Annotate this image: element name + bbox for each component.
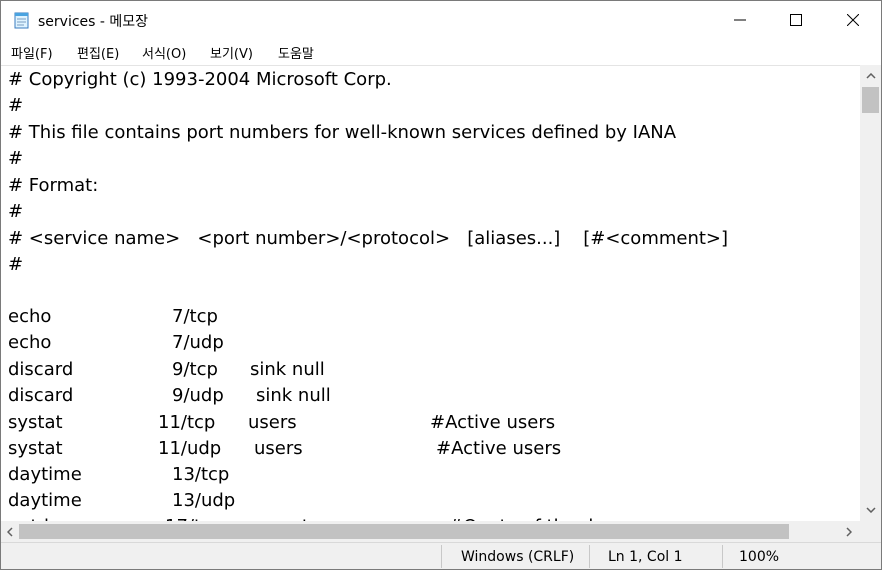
text-line: # — [8, 95, 24, 116]
menu-view[interactable]: 보기(V) — [210, 43, 253, 62]
service-port: 13/tcp — [172, 464, 230, 485]
service-name: systat — [8, 412, 63, 433]
text-editor[interactable]: # Copyright (c) 1993-2004 Microsoft Corp… — [1, 65, 860, 522]
maximize-icon — [789, 14, 802, 26]
service-port: 9/udp — [172, 385, 224, 406]
maximize-button[interactable] — [767, 1, 824, 39]
service-port: 7/tcp — [172, 306, 218, 327]
scroll-up-button[interactable] — [860, 67, 881, 85]
service-name: echo — [8, 306, 52, 327]
service-aliases: sink null — [250, 359, 325, 380]
zoom-status: 100% — [739, 549, 780, 565]
status-divider — [589, 545, 590, 568]
line-ending-status: Windows (CRLF) — [461, 549, 575, 565]
vertical-scrollbar[interactable] — [860, 65, 881, 521]
status-divider — [441, 545, 442, 568]
status-divider — [722, 545, 723, 568]
menu-format[interactable]: 서식(O) — [142, 43, 186, 62]
cursor-position-status: Ln 1, Col 1 — [608, 549, 683, 565]
text-line: # — [8, 201, 24, 222]
scrollbar-corner — [860, 521, 881, 542]
minimize-button[interactable] — [711, 1, 768, 39]
service-entry: discard 9/tcp sink null — [8, 357, 848, 383]
notepad-app-icon — [14, 12, 29, 29]
menu-bar: 파일(F) 편집(E) 서식(O) 보기(V) 도움말 — [1, 39, 881, 65]
close-icon — [846, 14, 859, 26]
text-line: # <service name> <port number>/<protocol… — [8, 228, 729, 249]
horizontal-scroll-thumb[interactable] — [19, 524, 789, 539]
service-entry: discard 9/udp sink null — [8, 383, 848, 409]
notepad-window: services - 메모장 파일(F) 편집(E) 서식(O) 보기(V) 도… — [0, 0, 882, 570]
service-aliases: users — [248, 412, 297, 433]
text-line: # — [8, 254, 24, 275]
text-line: # This file contains port numbers for we… — [8, 122, 677, 143]
service-comment: #Active users — [436, 438, 562, 459]
service-comment: #Active users — [430, 412, 556, 433]
vertical-scroll-thumb[interactable] — [862, 87, 879, 113]
service-port: 11/tcp — [158, 412, 216, 433]
text-line: # Format: — [8, 175, 99, 196]
status-bar: Windows (CRLF) Ln 1, Col 1 100% — [1, 542, 881, 569]
close-button[interactable] — [824, 1, 881, 39]
horizontal-scrollbar[interactable] — [1, 521, 860, 542]
service-port: 7/udp — [172, 332, 224, 353]
service-entry: echo 7/udp — [8, 330, 848, 356]
text-line: # Copyright (c) 1993-2004 Microsoft Corp… — [8, 69, 392, 90]
service-aliases: sink null — [256, 385, 331, 406]
scroll-right-button[interactable] — [840, 523, 858, 541]
service-entry: echo 7/tcp — [8, 304, 848, 330]
service-entry: systat 11/udp users #Active users — [8, 436, 848, 462]
scroll-left-button[interactable] — [1, 523, 19, 541]
service-name: daytime — [8, 490, 82, 511]
minimize-icon — [733, 19, 746, 21]
chevron-up-icon — [865, 73, 876, 79]
service-name: daytime — [8, 464, 82, 485]
menu-edit[interactable]: 편집(E) — [77, 43, 119, 62]
service-port: 9/tcp — [172, 359, 218, 380]
service-entry: systat 11/tcp users #Active users — [8, 410, 848, 436]
menu-help[interactable]: 도움말 — [278, 43, 314, 62]
service-name: discard — [8, 359, 74, 380]
title-bar[interactable]: services - 메모장 — [1, 1, 881, 39]
service-port: 11/udp — [158, 438, 222, 459]
scroll-down-button[interactable] — [860, 501, 881, 519]
chevron-down-icon — [865, 507, 876, 513]
service-name: echo — [8, 332, 52, 353]
service-name: discard — [8, 385, 74, 406]
chevron-left-icon — [7, 527, 13, 537]
chevron-right-icon — [846, 527, 852, 537]
service-aliases: users — [254, 438, 303, 459]
service-name: systat — [8, 438, 63, 459]
window-title: services - 메모장 — [38, 14, 149, 30]
service-entry: daytime 13/udp — [8, 488, 848, 514]
menu-file[interactable]: 파일(F) — [11, 43, 53, 62]
service-entry: daytime 13/tcp — [8, 462, 848, 488]
service-port: 13/udp — [172, 490, 236, 511]
text-line: # — [8, 148, 24, 169]
